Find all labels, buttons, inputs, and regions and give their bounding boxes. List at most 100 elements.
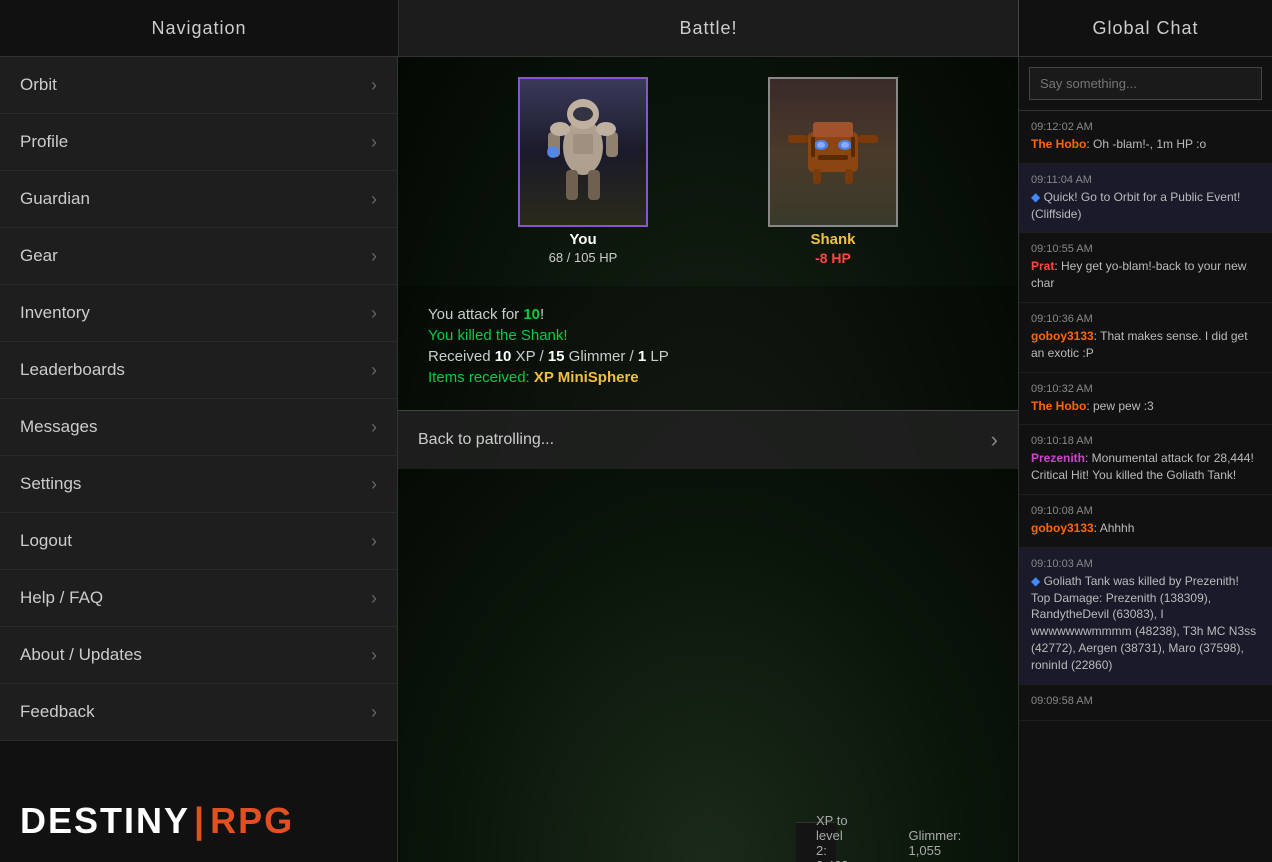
enemy-portrait-inner — [770, 79, 896, 225]
battle-log-received: Received 10 XP / 15 Glimmer / 1 LP — [428, 348, 988, 365]
chat-panel: 09:12:02 AM The Hobo: Oh -blam!-, 1m HP … — [1018, 57, 1272, 862]
nav-item-label: Messages — [20, 417, 97, 437]
nav-item-label: Settings — [20, 474, 81, 494]
nav-item-label: Profile — [20, 132, 68, 152]
nav-item-messages[interactable]: Messages › — [0, 399, 397, 456]
nav-item-label: Orbit — [20, 75, 57, 95]
nav-item-gear[interactable]: Gear › — [0, 228, 397, 285]
chat-message-8: 09:09:58 AM — [1019, 685, 1272, 721]
chevron-icon: › — [371, 417, 377, 438]
enemy-portrait — [768, 77, 898, 227]
chat-message-text: : Ahhhh — [1094, 521, 1135, 535]
nav-item-leaderboards[interactable]: Leaderboards› — [0, 342, 397, 399]
battle-header-label: Battle! — [679, 18, 737, 39]
chat-header: Global Chat — [1018, 0, 1272, 57]
system-icon: ◆ — [1031, 574, 1044, 588]
chat-content: The Hobo: pew pew :3 — [1031, 398, 1260, 415]
chat-header-label: Global Chat — [1092, 18, 1198, 39]
nav-item-label: Inventory — [20, 303, 90, 323]
nav-item-label: Feedback — [20, 702, 95, 722]
battle-scene — [398, 469, 1018, 862]
battle-log-attack: You attack for 10! — [428, 306, 988, 323]
patrol-arrow-icon: › — [991, 427, 998, 453]
nav-item-label: About / Updates — [20, 645, 142, 665]
battle-log-items: Items received: XP MiniSphere — [428, 369, 988, 386]
status-bar: XP to level 2: 2,462 Glimmer: 1,055 LP: … — [796, 822, 836, 862]
chat-message-0: 09:12:02 AM The Hobo: Oh -blam!-, 1m HP … — [1019, 111, 1272, 164]
chat-time: 09:10:36 AM — [1031, 313, 1260, 325]
chat-message-2: 09:10:55 AM Prat: Hey get yo-blam!-back … — [1019, 233, 1272, 303]
main-content: Orbit›Profile›Guardian›Gear›Inventory›Le… — [0, 57, 1272, 862]
chevron-icon: › — [371, 702, 377, 723]
nav-item-label: Gear — [20, 246, 58, 266]
chevron-icon: › — [371, 189, 377, 210]
nav-item-settings[interactable]: Settings› — [0, 456, 397, 513]
battle-header: Battle! — [398, 0, 1018, 57]
battle-top: You 68 / 105 HP — [398, 57, 1018, 286]
player-hp: 68 / 105 HP — [549, 250, 618, 265]
nav-item-help-faq[interactable]: Help / FAQ › — [0, 570, 397, 627]
chat-time: 09:11:04 AM — [1031, 174, 1260, 186]
chat-content: ◆ Quick! Go to Orbit for a Public Event!… — [1031, 189, 1260, 223]
enemy-name: Shank — [810, 231, 855, 248]
chevron-icon: › — [371, 531, 377, 552]
chevron-icon: › — [371, 588, 377, 609]
nav-item-label: Help / FAQ — [20, 588, 103, 608]
chat-username: goboy3133 — [1031, 521, 1094, 535]
chat-content: Prezenith: Monumental attack for 28,444!… — [1031, 450, 1260, 484]
chat-time: 09:10:18 AM — [1031, 435, 1260, 447]
nav-item-guardian[interactable]: Guardian› — [0, 171, 397, 228]
logo-destiny: DESTINY — [20, 800, 190, 841]
battle-area: You 68 / 105 HP — [398, 57, 1018, 862]
enemy-card: Shank -8 HP — [768, 77, 898, 266]
chat-content: ◆ Goliath Tank was killed by Prezenith! … — [1031, 573, 1260, 674]
chat-input[interactable] — [1029, 67, 1262, 100]
chat-content: goboy3133: That makes sense. I did get a… — [1031, 328, 1260, 362]
chat-username: Prat — [1031, 259, 1054, 273]
chat-username: The Hobo — [1031, 399, 1086, 413]
status-glimmer: Glimmer: 1,055 — [909, 828, 962, 858]
chat-message-5: 09:10:18 AM Prezenith: Monumental attack… — [1019, 425, 1272, 495]
battle-log-kill: You killed the Shank! — [428, 327, 988, 344]
nav-item-orbit[interactable]: Orbit › — [0, 57, 397, 114]
nav-item-inventory[interactable]: Inventory› — [0, 285, 397, 342]
chat-input-area — [1019, 57, 1272, 111]
player-portrait-inner — [520, 79, 646, 225]
nav-item-about-updates[interactable]: About / Updates › — [0, 627, 397, 684]
patrol-text: Back to patrolling... — [418, 431, 554, 449]
chat-system-text: Quick! Go to Orbit for a Public Event! (… — [1031, 190, 1240, 221]
logo: DESTINY|RPG — [20, 800, 294, 842]
nav-item-label: Leaderboards — [20, 360, 125, 380]
chat-time: 09:12:02 AM — [1031, 121, 1260, 133]
chat-time: 09:10:55 AM — [1031, 243, 1260, 255]
nav-header-label: Navigation — [151, 18, 246, 39]
top-header: Navigation Battle! Global Chat — [0, 0, 1272, 57]
chat-message-text: : Oh -blam!-, 1m HP :o — [1086, 137, 1206, 151]
logo-separator: | — [194, 800, 206, 841]
chat-time: 09:10:32 AM — [1031, 383, 1260, 395]
chevron-icon: › — [371, 645, 377, 666]
chat-time: 09:10:08 AM — [1031, 505, 1260, 517]
chat-system-text: Goliath Tank was killed by Prezenith! To… — [1031, 574, 1256, 672]
nav-item-logout[interactable]: Logout › — [0, 513, 397, 570]
nav-item-profile[interactable]: Profile› — [0, 114, 397, 171]
patrol-bar[interactable]: Back to patrolling... › — [398, 410, 1018, 469]
chat-message-text: : Hey get yo-blam!-back to your new char — [1031, 259, 1246, 290]
chat-content: Prat: Hey get yo-blam!-back to your new … — [1031, 258, 1260, 292]
chat-message-3: 09:10:36 AM goboy3133: That makes sense.… — [1019, 303, 1272, 373]
chat-messages: 09:12:02 AM The Hobo: Oh -blam!-, 1m HP … — [1019, 111, 1272, 862]
chat-username: The Hobo — [1031, 137, 1086, 151]
chat-username: goboy3133 — [1031, 329, 1094, 343]
battle-log: You attack for 10! You killed the Shank!… — [398, 286, 1018, 410]
chat-time: 09:10:03 AM — [1031, 558, 1260, 570]
chevron-icon: › — [371, 246, 377, 267]
player-card: You 68 / 105 HP — [518, 77, 648, 265]
player-portrait — [518, 77, 648, 227]
guardian-figure-svg — [538, 92, 628, 212]
chevron-icon: › — [371, 75, 377, 96]
nav-item-feedback[interactable]: Feedback › — [0, 684, 397, 741]
player-name: You — [569, 231, 596, 248]
chat-username: Prezenith — [1031, 451, 1085, 465]
system-icon: ◆ — [1031, 190, 1044, 204]
nav-item-label: Logout — [20, 531, 72, 551]
